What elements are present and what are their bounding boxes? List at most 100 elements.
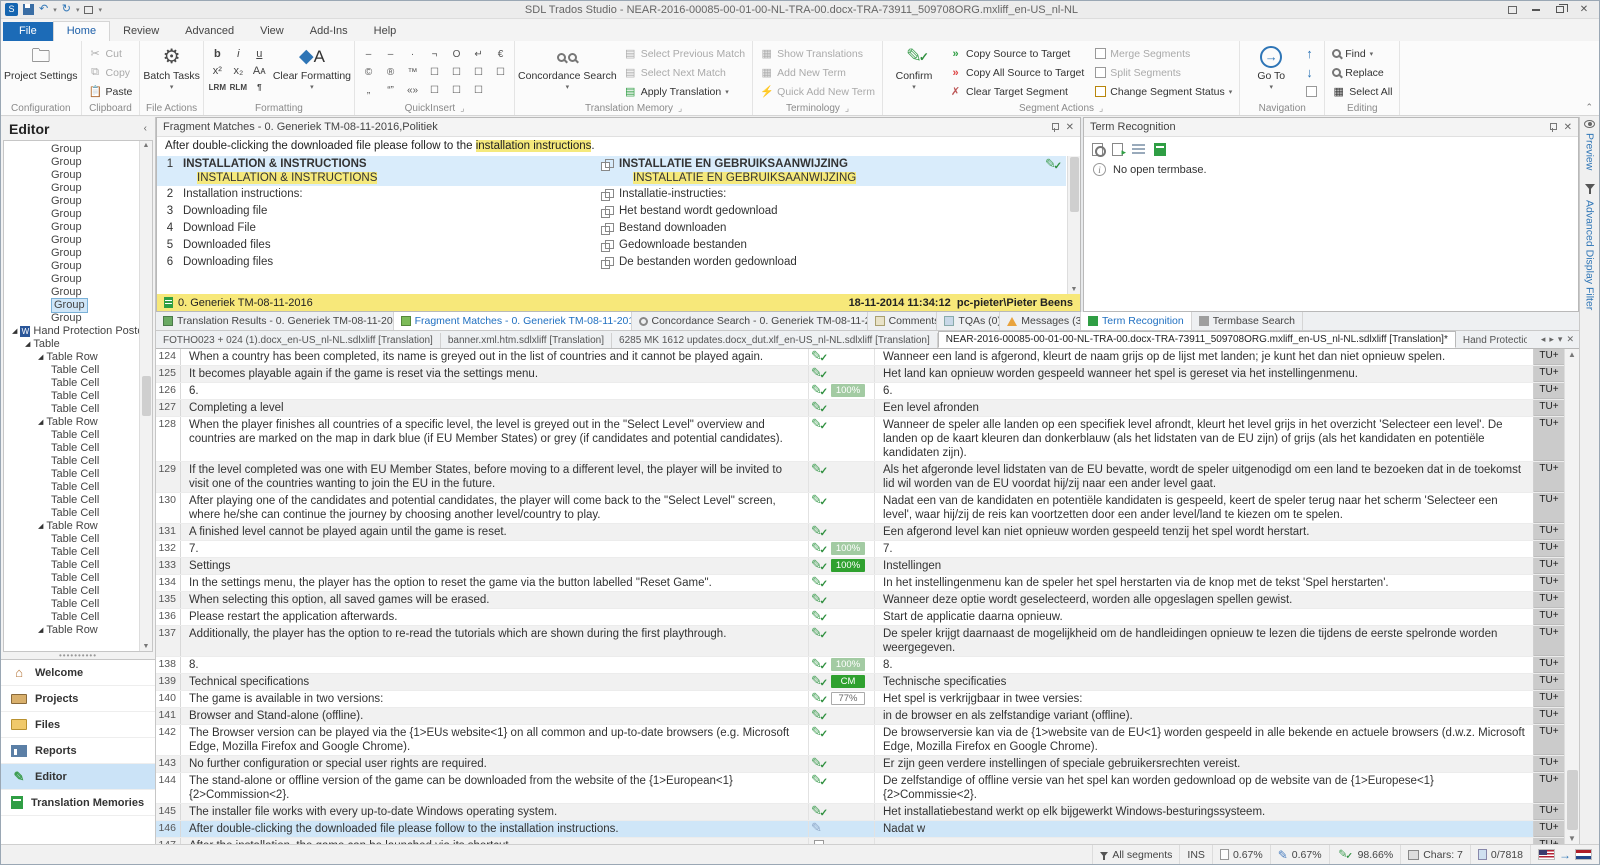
tree-item[interactable]: ◢Table Row — [4, 416, 152, 429]
source-cell[interactable]: A finished level cannot be played again … — [181, 524, 809, 540]
document-tab[interactable]: FOTHO023 + 024 (1).docx_en-US_nl-NL.sdlx… — [156, 333, 441, 348]
tree-item[interactable]: Group — [4, 247, 152, 260]
scroll-down-icon[interactable]: ▼ — [1071, 286, 1078, 293]
document-tab[interactable]: Hand Protection Postcard_Master.doc — [1456, 333, 1527, 348]
target-cell[interactable]: Er zijn geen verdere instellingen of spe… — [875, 756, 1534, 772]
scroll-thumb[interactable] — [1070, 157, 1079, 212]
panel-tab-termsearch[interactable]: Termbase Search — [1192, 312, 1303, 330]
ribbon-tab-view[interactable]: View — [247, 22, 297, 41]
panel-tab-comments[interactable]: Comments — [868, 312, 938, 330]
language-pair[interactable]: → — [1530, 845, 1599, 864]
source-cell[interactable]: 7. — [181, 541, 809, 557]
panel-tab-warn[interactable]: Messages (3) — [1000, 312, 1081, 330]
clear-target-segment-button[interactable]: ✗Clear Target Segment — [945, 83, 1088, 100]
target-cell[interactable]: Een level afronden — [875, 400, 1534, 416]
tree-item[interactable]: Table Cell — [4, 442, 152, 455]
tree-item[interactable]: Table Cell — [4, 507, 152, 520]
sidebar-view-reports[interactable]: Reports — [1, 738, 155, 764]
qat-customize-icon[interactable]: ▾ — [98, 6, 102, 14]
document-tab[interactable]: banner.xml.htm.sdlxliff [Translation] — [441, 333, 612, 348]
search-termbase-icon[interactable] — [1092, 143, 1103, 156]
target-cell[interactable]: Nadat een van de kandidaten en potentiël… — [875, 493, 1534, 523]
quickinsert-symbol[interactable]: „ — [358, 82, 379, 99]
tree-item[interactable]: Table Cell — [4, 364, 152, 377]
ribbon-tab-help[interactable]: Help — [361, 22, 410, 41]
target-cell[interactable]: in de browser en als zelfstandige varian… — [875, 708, 1534, 724]
confirm-button[interactable]: ✎ Confirm▾ — [886, 42, 942, 101]
tree-item[interactable]: Group — [4, 234, 152, 247]
target-cell[interactable]: Nadat w — [875, 821, 1534, 837]
fragment-scrollbar[interactable]: ▼ — [1067, 156, 1080, 294]
target-cell[interactable]: Instellingen — [875, 558, 1534, 574]
target-cell[interactable]: Het installatiebestand werkt op elk bijg… — [875, 804, 1534, 820]
target-cell[interactable]: Wanneer deze optie wordt geselecteerd, w… — [875, 592, 1534, 608]
dialog-launcher-icon[interactable]: ⌟ — [678, 103, 682, 114]
dialog-launcher-icon[interactable]: ⌟ — [1099, 103, 1103, 114]
target-cell[interactable]: Technische specificaties — [875, 674, 1534, 690]
undo-dropdown-icon[interactable]: ▾ — [53, 6, 57, 14]
sidebar-splitter[interactable]: •••••••••• — [1, 652, 155, 659]
tree-item[interactable]: Group — [4, 208, 152, 221]
redo-dropdown-icon[interactable]: ▾ — [76, 6, 80, 14]
clear-formatting-button[interactable]: ◆A Clear Formatting▾ — [273, 42, 351, 101]
insert-term-icon[interactable] — [1112, 143, 1123, 156]
tree-item[interactable]: Table Cell — [4, 468, 152, 481]
sidebar-view-files[interactable]: Files — [1, 712, 155, 738]
tree-item[interactable]: ◢Table Row — [4, 624, 152, 637]
merge-segments-button[interactable]: Merge Segments — [1091, 45, 1236, 62]
scroll-up-icon[interactable]: ▲ — [1568, 350, 1576, 359]
formatting-toggle-0[interactable]: b — [207, 45, 228, 62]
tree-item[interactable]: Table Cell — [4, 455, 152, 468]
ribbon-tab-review[interactable]: Review — [110, 22, 172, 41]
target-cell[interactable]: Wanneer de speler alle landen op een spe… — [875, 417, 1534, 461]
scroll-down-icon[interactable]: ▼ — [1568, 834, 1576, 843]
cut-button[interactable]: ✂Cut — [85, 45, 137, 62]
segment-filter-status[interactable]: All segments — [1092, 845, 1179, 864]
source-cell[interactable]: After playing one of the candidates and … — [181, 493, 809, 523]
help-layout-icon[interactable] — [1501, 2, 1523, 17]
panel-tab-concord[interactable]: Concordance Search - 0. Generiek TM-08-1… — [632, 312, 868, 330]
formatting-toggle-4[interactable]: x₂ — [228, 62, 249, 79]
concordance-search-button[interactable]: Concordance Search▾ — [518, 42, 617, 101]
source-cell[interactable]: Technical specifications — [181, 674, 809, 690]
formatting-toggle-7[interactable]: RLM — [228, 79, 249, 96]
tree-item[interactable]: ◢Table Row — [4, 351, 152, 364]
advanced-display-filter-tab[interactable]: Advanced Display Filter — [1584, 184, 1596, 310]
termbase-settings-icon[interactable] — [1154, 143, 1166, 156]
target-cell[interactable]: Als het afgeronde level lidstaten van de… — [875, 462, 1534, 492]
quickinsert-symbol[interactable]: ☐ — [446, 64, 467, 81]
sidebar-view-projects[interactable]: Projects — [1, 686, 155, 712]
quickinsert-symbol[interactable]: · — [402, 46, 423, 63]
sidebar-view-tm[interactable]: Translation Memories — [1, 790, 155, 816]
tree-item[interactable]: Group — [4, 312, 152, 325]
target-cell[interactable]: 7. — [875, 541, 1534, 557]
scroll-thumb[interactable] — [142, 376, 151, 416]
source-cell[interactable]: 6. — [181, 383, 809, 399]
source-cell[interactable]: It becomes playable again if the game is… — [181, 366, 809, 382]
source-cell[interactable]: 8. — [181, 657, 809, 673]
quickinsert-symbol[interactable]: O — [446, 46, 467, 63]
ribbon-tab-addins[interactable]: Add-Ins — [297, 22, 361, 41]
quickinsert-symbol[interactable]: © — [358, 64, 379, 81]
tree-item[interactable]: Table Cell — [4, 429, 152, 442]
tree-item[interactable]: Group — [4, 299, 152, 312]
find-button[interactable]: Find▾ — [1328, 45, 1396, 62]
copy-all-source-to-target-button[interactable]: »Copy All Source to Target — [945, 64, 1088, 81]
tree-item[interactable]: Group — [4, 195, 152, 208]
tree-item[interactable]: Table Cell — [4, 572, 152, 585]
formatting-toggle-3[interactable]: x² — [207, 62, 228, 79]
scroll-thumb[interactable] — [1567, 770, 1578, 830]
source-cell[interactable]: Additionally, the player has the option … — [181, 626, 809, 656]
batch-tasks-button[interactable]: ⚙ Batch Tasks▾ — [143, 42, 199, 101]
formatting-toggle-1[interactable]: i — [228, 45, 249, 62]
target-cell[interactable]: 8. — [875, 657, 1534, 673]
source-cell[interactable]: The game is available in two versions: — [181, 691, 809, 707]
target-cell[interactable]: Wanneer een land is afgerond, kleurt de … — [875, 349, 1534, 365]
quickinsert-symbol[interactable]: ¬ — [424, 46, 445, 63]
collapse-ribbon-icon[interactable]: ⌃ — [1585, 102, 1593, 113]
tree-item[interactable]: Table Cell — [4, 481, 152, 494]
scroll-tabs-right-icon[interactable]: ▸ — [1549, 334, 1554, 345]
quick-add-new-term-button[interactable]: ⚡Quick Add New Term — [756, 83, 879, 100]
quickinsert-symbol[interactable]: ☐ — [468, 82, 489, 99]
source-cell[interactable]: In the settings menu, the player has the… — [181, 575, 809, 591]
